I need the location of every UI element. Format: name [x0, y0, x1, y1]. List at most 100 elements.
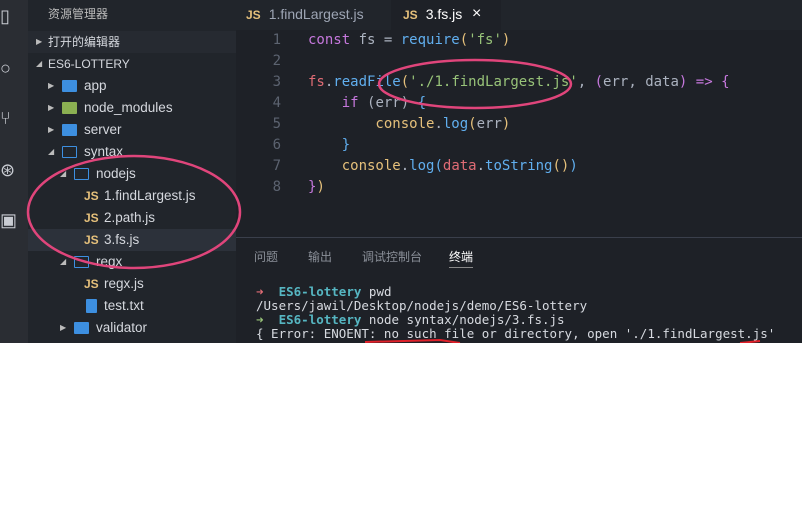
- code-line: console.log(err): [308, 116, 510, 132]
- js-file-icon: JS: [84, 233, 99, 247]
- tab-problems[interactable]: 问题: [254, 248, 278, 265]
- code-token: (: [468, 116, 477, 132]
- code-line: }: [308, 137, 350, 153]
- code-token: ): [569, 158, 578, 174]
- code-token: (: [594, 74, 604, 90]
- explorer-title: 资源管理器: [48, 7, 109, 21]
- file-icon: [86, 299, 97, 313]
- tree-item-label: node_modules: [84, 100, 173, 115]
- open-editors-label: 打开的编辑器: [48, 35, 121, 49]
- tree-item-label: syntax: [84, 144, 124, 159]
- code-token: err: [476, 116, 502, 132]
- tab-1-findlargest[interactable]: JS 1.findLargest.js: [246, 0, 386, 30]
- code-token: log: [409, 158, 435, 174]
- editor-tabs: JS 1.findLargest.js JS 3.fs.js ×: [236, 0, 802, 30]
- terminal-line: ➜ ES6-lottery pwd: [256, 284, 392, 299]
- tab-terminal[interactable]: 终端: [449, 248, 474, 268]
- tree-item[interactable]: ▶ node_modules: [28, 97, 236, 119]
- tree-item-label: nodejs: [96, 166, 136, 181]
- search-icon[interactable]: ○: [0, 58, 16, 78]
- line-number: 8: [272, 179, 281, 195]
- code-token: const: [308, 32, 351, 48]
- code-token: log: [442, 116, 469, 132]
- folder-icon: [62, 124, 77, 136]
- tab-output[interactable]: 输出: [308, 248, 332, 265]
- tree-item[interactable]: test.txt: [28, 295, 236, 317]
- line-number: 4: [272, 95, 281, 111]
- code-line: }): [308, 179, 325, 195]
- js-file-icon: JS: [84, 211, 99, 225]
- collapsed-arrow-icon[interactable]: ▶: [48, 97, 54, 119]
- terminal-line: /Users/jawil/Desktop/nodejs/demo/ES6-lot…: [256, 298, 588, 313]
- code-line: const fs = require('fs'): [308, 32, 510, 48]
- code-token: './1.findLargest.js': [409, 74, 578, 90]
- tree-item[interactable]: JS 1.findLargest.js: [28, 185, 236, 207]
- tree-item[interactable]: ▶ app: [28, 75, 236, 97]
- explorer-sidebar: 资源管理器 ▶ 打开的编辑器 ◢ ES6-LOTTERY ▶ app ▶ node_mod…: [28, 0, 236, 343]
- code-token: ): [316, 179, 325, 195]
- source-control-icon[interactable]: ⑂: [0, 108, 16, 128]
- tree-item-label: test.txt: [104, 298, 144, 313]
- code-token: (: [459, 32, 469, 48]
- line-number: 1: [272, 32, 281, 48]
- code-token: =>: [687, 74, 722, 90]
- code-token: (err): [367, 95, 418, 111]
- code-editor[interactable]: 1 const fs = require('fs') 2 3 fs.readFile('…: [236, 30, 802, 237]
- code-token: fs =: [350, 32, 401, 48]
- tree-item[interactable]: ◢ syntax: [28, 141, 236, 163]
- js-file-icon: JS: [84, 277, 99, 291]
- code-token: data: [442, 158, 477, 174]
- line-number: 5: [272, 116, 281, 132]
- code-line: console.log(data.toString()): [308, 158, 578, 174]
- code-token: (: [400, 74, 410, 90]
- code-line: if (err) {: [308, 95, 426, 111]
- expanded-arrow-icon[interactable]: ◢: [60, 251, 66, 273]
- debug-icon[interactable]: ⊛: [0, 160, 16, 180]
- tree-item[interactable]: ◢ regx: [28, 251, 236, 273]
- terminal-line: { Error: ENOENT: no such file or directo…: [256, 326, 776, 341]
- tab-3-fs[interactable]: JS 3.fs.js ×: [391, 0, 501, 30]
- tree-item-label: regx: [96, 254, 123, 269]
- code-token: ): [501, 32, 511, 48]
- code-token: (: [434, 158, 443, 174]
- code-token: }: [308, 137, 351, 153]
- project-label: ES6-LOTTERY: [48, 57, 130, 71]
- tree-item-label: server: [84, 122, 122, 137]
- code-token: (): [552, 158, 570, 174]
- code-token: err, data: [603, 74, 679, 90]
- line-number: 3: [272, 74, 281, 90]
- code-token: if: [308, 95, 368, 111]
- code-token: ): [501, 116, 511, 132]
- code-token: readFile: [333, 74, 401, 90]
- collapsed-arrow-icon[interactable]: ▶: [48, 75, 54, 97]
- expanded-arrow-icon[interactable]: ◢: [60, 163, 66, 185]
- line-number: 7: [272, 158, 281, 174]
- tab-debug-console[interactable]: 调试控制台: [362, 248, 422, 265]
- folder-icon: [74, 256, 89, 268]
- code-token: 'fs': [468, 32, 502, 48]
- folder-icon: [62, 102, 77, 114]
- expanded-arrow-icon[interactable]: ◢: [48, 141, 54, 163]
- tree-item[interactable]: ▶ validator: [28, 317, 236, 339]
- code-token: console: [308, 158, 401, 174]
- code-token: console: [308, 116, 435, 132]
- tree-item[interactable]: JS regx.js: [28, 273, 236, 295]
- tree-item[interactable]: JS 2.path.js: [28, 207, 236, 229]
- line-number: 2: [272, 53, 281, 69]
- collapsed-arrow-icon[interactable]: ▶: [60, 317, 66, 339]
- close-tab-icon[interactable]: ×: [472, 0, 481, 28]
- extensions-icon[interactable]: ▣: [0, 210, 17, 230]
- code-token: {: [417, 95, 427, 111]
- line-number: 6: [272, 137, 281, 153]
- tree-item[interactable]: ◢ nodejs: [28, 163, 236, 185]
- tree-item[interactable]: JS 3.fs.js: [28, 229, 236, 251]
- tree-item-label: 1.findLargest.js: [104, 188, 196, 203]
- activity-bar: ▯ ○ ⑂ ⊛ ▣: [0, 0, 28, 343]
- js-file-icon: JS: [84, 189, 99, 203]
- open-editors-section[interactable]: ▶ 打开的编辑器: [28, 31, 236, 53]
- code-token: .: [476, 158, 486, 174]
- tree-item[interactable]: ▶ server: [28, 119, 236, 141]
- project-section[interactable]: ◢ ES6-LOTTERY: [28, 53, 236, 75]
- explorer-icon[interactable]: ▯: [0, 6, 16, 26]
- collapsed-arrow-icon[interactable]: ▶: [48, 119, 54, 141]
